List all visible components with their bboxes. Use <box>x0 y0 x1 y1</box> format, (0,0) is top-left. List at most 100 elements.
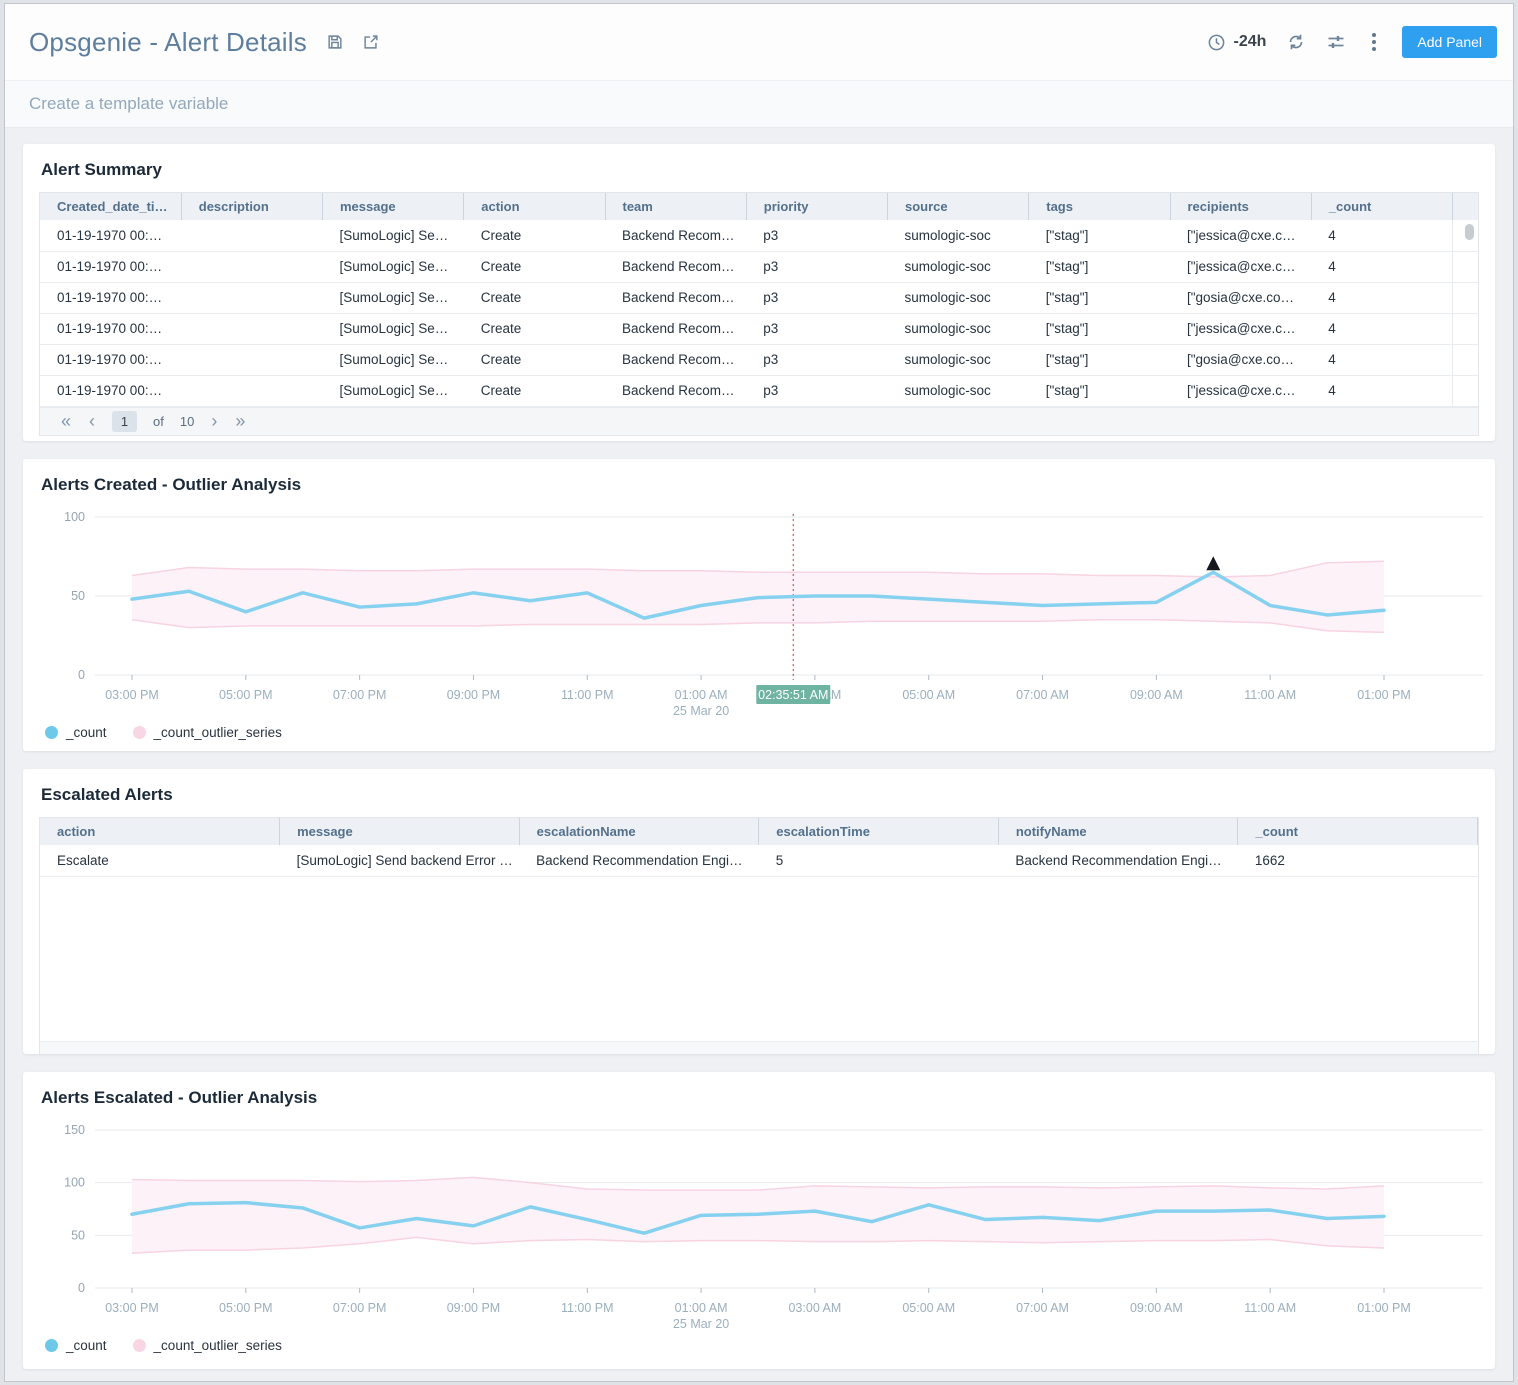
table-cell <box>181 282 322 313</box>
dashboard-body: Alert Summary Created_date_ti…descriptio… <box>5 128 1513 1369</box>
table-row[interactable]: 01-19-1970 00:…[SumoLogic] Se…CreateBack… <box>40 375 1478 406</box>
next-page-button[interactable]: › <box>202 412 226 430</box>
table-cell: sumologic-soc <box>888 375 1029 406</box>
scrollbar-gutter <box>1453 313 1479 344</box>
legend-dot <box>133 1339 146 1352</box>
table-cell: ["stag"] <box>1029 220 1170 251</box>
panel-alerts-escalated-outlier: Alerts Escalated - Outlier Analysis 0501… <box>23 1072 1495 1369</box>
column-header-description[interactable]: description <box>181 193 322 220</box>
svg-text:03:00 AM: 03:00 AM <box>788 1301 841 1315</box>
alerts-created-chart: 05010003:00 PM05:00 PM07:00 PM09:00 PM11… <box>39 507 1479 740</box>
table-cell: ["stag"] <box>1029 282 1170 313</box>
add-panel-button[interactable]: Add Panel <box>1402 26 1497 58</box>
panel-title: Alerts Created - Outlier Analysis <box>41 475 1479 495</box>
table-cell: Create <box>464 251 605 282</box>
table-cell: Backend Recom… <box>605 344 746 375</box>
table-row[interactable]: 01-19-1970 00:…[SumoLogic] Se…CreateBack… <box>40 344 1478 375</box>
column-header--count[interactable]: _count <box>1311 193 1452 220</box>
table-row[interactable]: 01-19-1970 00:…[SumoLogic] Se…CreateBack… <box>40 282 1478 313</box>
table-row[interactable]: 01-19-1970 00:…[SumoLogic] Se…CreateBack… <box>40 313 1478 344</box>
create-template-variable-label: Create a template variable <box>29 94 228 114</box>
table-cell: Backend Recom… <box>605 251 746 282</box>
chart-legend: _count _count_outlier_series <box>39 719 1479 740</box>
table-cell: [SumoLogic] Send backend Error … <box>280 845 520 876</box>
table-cell: [SumoLogic] Se… <box>323 344 464 375</box>
panel-alerts-created-outlier: Alerts Created - Outlier Analysis 050100… <box>23 459 1495 751</box>
table-cell: Backend Recom… <box>605 282 746 313</box>
svg-text:01:00 AM: 01:00 AM <box>675 688 728 702</box>
table-cell: 4 <box>1311 375 1452 406</box>
column-header-priority[interactable]: priority <box>746 193 887 220</box>
scrollbar-gutter <box>1453 193 1479 220</box>
pagination-bar: « ‹ 1 of 10 › » <box>40 407 1478 435</box>
column-header-source[interactable]: source <box>888 193 1029 220</box>
svg-text:03:00 PM: 03:00 PM <box>105 1301 159 1315</box>
legend-label: _count <box>66 725 107 740</box>
panel-escalated-alerts: Escalated Alerts actionmessageescalation… <box>23 769 1495 1054</box>
panel-title: Alerts Escalated - Outlier Analysis <box>41 1088 1479 1108</box>
table-cell: p3 <box>746 313 887 344</box>
table-cell: sumologic-soc <box>888 251 1029 282</box>
refresh-icon[interactable] <box>1286 32 1306 52</box>
scrollbar-gutter <box>1453 282 1479 313</box>
table-cell: Backend Recommendation Engi… <box>998 845 1238 876</box>
table-cell: Create <box>464 313 605 344</box>
export-icon[interactable] <box>361 32 381 52</box>
column-header-message[interactable]: message <box>280 818 520 845</box>
table-row[interactable]: 01-19-1970 00:…[SumoLogic] Se…CreateBack… <box>40 220 1478 251</box>
table-scrollbar-thumb[interactable] <box>1465 224 1474 240</box>
alerts-escalated-outlier-svg: 05010015003:00 PM05:00 PM07:00 PM09:00 P… <box>39 1120 1489 1332</box>
svg-text:25 Mar 20: 25 Mar 20 <box>673 1317 729 1331</box>
column-header-tags[interactable]: tags <box>1029 193 1170 220</box>
column-header-created-date-ti-[interactable]: Created_date_ti… <box>40 193 181 220</box>
prev-page-button[interactable]: ‹ <box>80 412 104 430</box>
scrollbar-gutter <box>1453 344 1479 375</box>
save-icon[interactable] <box>325 32 345 52</box>
more-options-icon[interactable] <box>1366 30 1382 54</box>
table-cell: ["gosia@cxe.co… <box>1170 282 1311 313</box>
svg-text:07:00 AM: 07:00 AM <box>1016 688 1069 702</box>
table-cell: ["stag"] <box>1029 251 1170 282</box>
svg-text:50: 50 <box>71 589 85 603</box>
time-range-picker[interactable]: -24h <box>1206 32 1266 52</box>
legend-item-_count_outlier_series[interactable]: _count_outlier_series <box>133 1338 282 1353</box>
table-row[interactable]: Escalate[SumoLogic] Send backend Error …… <box>40 845 1478 876</box>
first-page-button[interactable]: « <box>52 412 80 430</box>
table-cell: ["stag"] <box>1029 313 1170 344</box>
current-page-box[interactable]: 1 <box>112 411 137 432</box>
time-range-value: -24h <box>1233 33 1266 51</box>
legend-item-_count[interactable]: _count <box>45 1338 107 1353</box>
scrollbar-gutter <box>1453 375 1479 406</box>
column-header-message[interactable]: message <box>323 193 464 220</box>
column-header-escalationname[interactable]: escalationName <box>519 818 759 845</box>
svg-text:05:00 PM: 05:00 PM <box>219 688 273 702</box>
column-header-action[interactable]: action <box>464 193 605 220</box>
column-header-action[interactable]: action <box>40 818 280 845</box>
total-pages-label: 10 <box>180 414 194 429</box>
table-cell: p3 <box>746 220 887 251</box>
outlier-triangle-marker <box>1206 556 1220 570</box>
settings-sliders-icon[interactable] <box>1326 32 1346 52</box>
table-cell: Create <box>464 282 605 313</box>
svg-text:09:00 AM: 09:00 AM <box>1130 688 1183 702</box>
table-cell: 01-19-1970 00:… <box>40 251 181 282</box>
table-cell: ["jessica@cxe.c… <box>1170 375 1311 406</box>
table-cell: 01-19-1970 00:… <box>40 220 181 251</box>
column-header-recipients[interactable]: recipients <box>1170 193 1311 220</box>
column-header-escalationtime[interactable]: escalationTime <box>759 818 999 845</box>
last-page-button[interactable]: » <box>226 412 254 430</box>
column-header-notifyname[interactable]: notifyName <box>998 818 1238 845</box>
legend-item-_count[interactable]: _count <box>45 725 107 740</box>
table-row[interactable]: 01-19-1970 00:…[SumoLogic] Se…CreateBack… <box>40 251 1478 282</box>
svg-text:0: 0 <box>78 1281 85 1295</box>
svg-text:01:00 PM: 01:00 PM <box>1357 688 1411 702</box>
top-header: Opsgenie - Alert Details - <box>5 4 1513 80</box>
legend-item-_count_outlier_series[interactable]: _count_outlier_series <box>133 725 282 740</box>
column-header--count[interactable]: _count <box>1238 818 1478 845</box>
column-header-team[interactable]: team <box>605 193 746 220</box>
svg-text:05:00 AM: 05:00 AM <box>902 688 955 702</box>
create-template-variable-bar[interactable]: Create a template variable <box>5 80 1513 128</box>
table-footer-bar <box>40 1041 1478 1055</box>
scrollbar-gutter <box>1453 251 1479 282</box>
table-cell: Backend Recommendation Engi… <box>519 845 759 876</box>
